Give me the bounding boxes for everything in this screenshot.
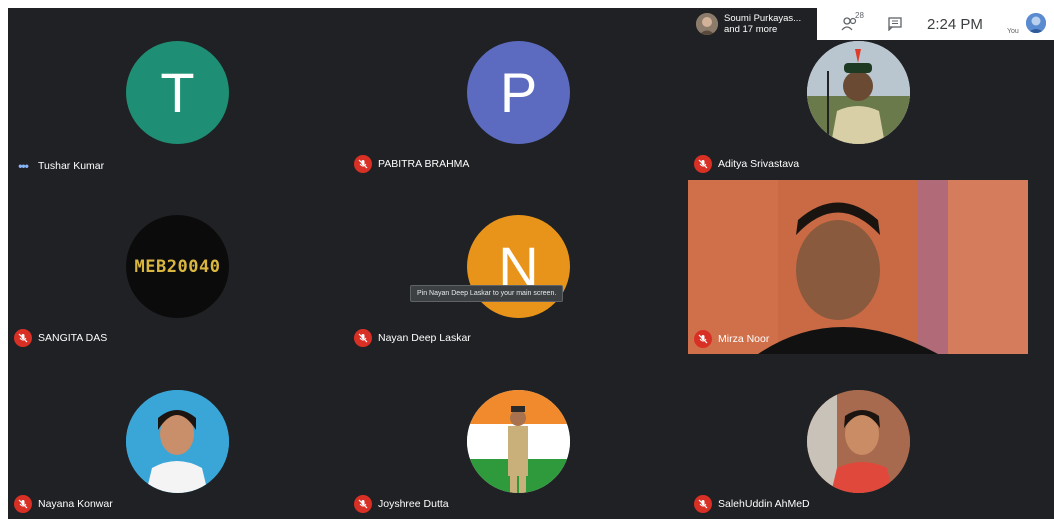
mic-off-icon: [694, 330, 712, 348]
nameplate: SalehUddin AhMeD: [694, 495, 810, 513]
top-toolbar: 28 2:24 PM You: [817, 8, 1054, 40]
participants-summary-line2: and 17 more: [724, 24, 778, 35]
mic-off-icon: [694, 155, 712, 173]
chat-button[interactable]: [885, 14, 905, 34]
participant-tile-pabitra[interactable]: P PABITRA BRAHMA: [348, 8, 688, 179]
pin-tooltip: Pin Nayan Deep Laskar to your main scree…: [410, 285, 564, 302]
nameplate: Joyshree Dutta: [354, 495, 449, 513]
nameplate: Nayana Konwar: [14, 495, 113, 513]
participant-name: Mirza Noor: [718, 333, 770, 345]
mic-off-icon: [694, 495, 712, 513]
participant-count: 28: [855, 11, 864, 20]
participant-tile-joyshree[interactable]: Joyshree Dutta: [348, 356, 688, 519]
avatar: N: [467, 215, 570, 318]
participant-name: Aditya Srivastava: [718, 158, 800, 170]
participant-name: PABITRA BRAHMA: [378, 158, 470, 170]
mic-off-icon: [354, 329, 372, 347]
participants-summary-line1: Soumi Purkayas...: [724, 13, 802, 24]
self-avatar[interactable]: [1026, 13, 1046, 33]
mic-off-icon: [354, 155, 372, 173]
participant-tile-nayana[interactable]: Nayana Konwar: [8, 356, 348, 519]
participant-name: Joyshree Dutta: [378, 498, 449, 510]
avatar-photo: [126, 390, 229, 493]
avatar-photo: [807, 41, 910, 144]
avatar-badge: MEB20040: [126, 215, 229, 318]
participant-name: Nayana Konwar: [38, 498, 113, 510]
participant-avatar: [696, 13, 718, 35]
participant-name: Nayan Deep Laskar: [378, 332, 471, 344]
video-feed: [688, 180, 1028, 354]
avatar-code-text: MEB20040: [134, 256, 221, 277]
participant-name: SalehUddin AhMeD: [718, 498, 810, 510]
nameplate: Nayan Deep Laskar: [354, 329, 471, 347]
nameplate: Aditya Srivastava: [694, 155, 799, 173]
mic-off-icon: [14, 329, 32, 347]
participant-tile-mirza-video[interactable]: Mirza Noor: [688, 180, 1028, 354]
participant-name: Tushar Kumar: [38, 160, 105, 172]
video-grid: T ••• Tushar Kumar P PABITRA BRAHMA Adit…: [8, 8, 1054, 519]
avatar: T: [126, 41, 229, 144]
people-button[interactable]: 28: [837, 11, 864, 34]
mic-off-icon: [14, 495, 32, 513]
avatar: P: [467, 41, 570, 144]
speaking-indicator-icon: •••: [18, 159, 29, 173]
participant-tile-salehuddin[interactable]: SalehUddin AhMeD: [688, 356, 1028, 519]
participant-name: SANGITA DAS: [38, 332, 108, 344]
nameplate: Mirza Noor: [694, 330, 769, 348]
avatar-photo: [807, 390, 910, 493]
avatar-letter: P: [499, 61, 538, 124]
nameplate: PABITRA BRAHMA: [354, 155, 469, 173]
participants-summary[interactable]: Soumi Purkayas... and 17 more: [690, 8, 816, 40]
nameplate: SANGITA DAS: [14, 329, 107, 347]
right-edge-strip: [1028, 40, 1054, 519]
chat-icon: [888, 17, 902, 31]
participant-tile-sangita[interactable]: MEB20040 SANGITA DAS: [8, 182, 348, 353]
participant-tile-nayan[interactable]: N Pin Nayan Deep Laskar to your main scr…: [348, 182, 688, 353]
avatar-photo: [467, 390, 570, 493]
nameplate: ••• Tushar Kumar: [14, 159, 104, 173]
mic-off-icon: [354, 495, 372, 513]
self-label: You: [1007, 28, 1019, 35]
clock: 2:24 PM: [927, 15, 983, 33]
avatar-letter: T: [160, 61, 195, 124]
participant-tile-tushar[interactable]: T ••• Tushar Kumar: [8, 8, 348, 179]
